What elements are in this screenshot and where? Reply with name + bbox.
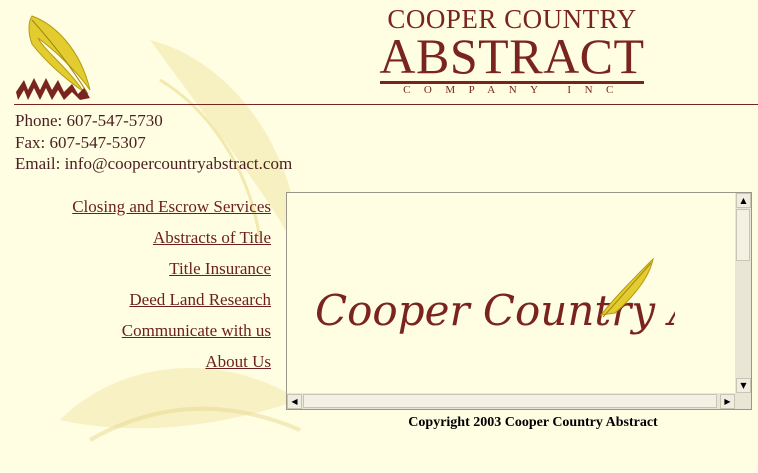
horizontal-scroll-thumb[interactable] bbox=[303, 394, 717, 408]
contact-email: Email: info@coopercountryabstract.com bbox=[15, 154, 293, 173]
script-logo: Cooper Country Al bbox=[315, 257, 675, 335]
brand-name-main: ABSTRACT bbox=[379, 28, 645, 84]
main-navigation: Closing and Escrow Services Abstracts of… bbox=[72, 197, 271, 383]
scroll-right-button[interactable]: ▶ bbox=[720, 394, 735, 409]
nav-link-abstracts-of-title[interactable]: Abstracts of Title bbox=[72, 228, 271, 259]
arrow-up-icon: ▲ bbox=[740, 196, 747, 205]
arrow-left-icon: ◀ bbox=[291, 397, 298, 406]
scroll-left-button[interactable]: ◀ bbox=[287, 394, 302, 409]
arrow-right-icon: ▶ bbox=[724, 397, 731, 406]
frame-content: Cooper Country Al bbox=[287, 193, 735, 393]
vertical-scroll-thumb[interactable] bbox=[736, 209, 750, 261]
header-divider bbox=[14, 104, 758, 105]
scroll-down-button[interactable]: ▼ bbox=[736, 378, 751, 393]
scroll-up-button[interactable]: ▲ bbox=[736, 193, 751, 208]
horizontal-scrollbar[interactable]: ◀ ▶ bbox=[287, 393, 735, 409]
nav-link-about-us[interactable]: About Us bbox=[72, 352, 271, 383]
nav-link-closing-escrow[interactable]: Closing and Escrow Services bbox=[72, 197, 271, 228]
copyright-footer: Copyright 2003 Cooper Country Abstract bbox=[408, 415, 658, 430]
content-frame[interactable]: Cooper Country Al ▲ ▼ ◀ ▶ bbox=[286, 192, 752, 410]
nav-link-title-insurance[interactable]: Title Insurance bbox=[72, 259, 271, 290]
contact-phone: Phone: 607-547-5730 bbox=[15, 111, 163, 130]
nav-link-deed-land-research[interactable]: Deed Land Research bbox=[72, 290, 271, 321]
vertical-scrollbar[interactable]: ▲ ▼ bbox=[735, 193, 751, 393]
contact-info: Phone: 607-547-5730 Fax: 607-547-5307 Em… bbox=[15, 110, 292, 175]
arrow-down-icon: ▼ bbox=[740, 381, 747, 390]
company-brand: COOPER COUNTRY ABSTRACT COMPANY INC bbox=[376, 4, 648, 97]
brand-name-sub: COMPANY INC bbox=[403, 84, 627, 96]
contact-fax: Fax: 607-547-5307 bbox=[15, 132, 146, 152]
quill-logo-icon bbox=[16, 15, 91, 100]
scrollbar-corner bbox=[735, 393, 751, 409]
nav-link-communicate[interactable]: Communicate with us bbox=[72, 321, 271, 352]
